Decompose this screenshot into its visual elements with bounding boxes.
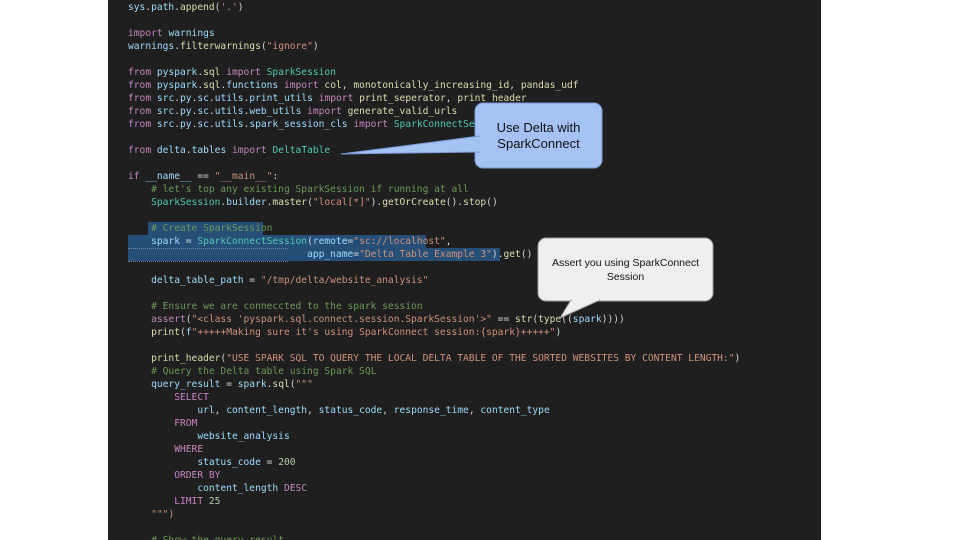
code-line: SparkSession.builder.master("local[*]").… <box>151 197 498 208</box>
code-line: WHERE <box>174 444 204 455</box>
code-line: content_length DESC <box>197 483 308 494</box>
code-line: spark = SparkConnectSession(remote="sc:/… <box>151 236 452 247</box>
code-line: url, content_length, status_code, respon… <box>197 405 550 416</box>
code-line: FROM <box>174 418 198 429</box>
code-line: ORDER BY <box>174 470 221 481</box>
callout-delta-text: Use Delta with SparkConnect <box>496 120 581 151</box>
code-line: sys.path.append('.') <box>128 2 244 13</box>
code-line: print(f"+++++Making sure it's using Spar… <box>151 327 562 338</box>
code-line: status_code = 200 <box>197 457 296 468</box>
code-line: LIMIT 25 <box>174 496 221 507</box>
code-line: # let's top any existing SparkSession if… <box>151 184 469 195</box>
code-editor[interactable]: sys.path.append('.') import warnings warni… <box>108 0 821 540</box>
code-line: # Query the Delta table using Spark SQL <box>151 366 377 377</box>
callout-assert: Assert you using SparkConnect Session <box>538 238 713 301</box>
callout-delta: Use Delta with SparkConnect <box>475 103 602 168</box>
code-line: warnings.filterwarnings("ignore") <box>128 41 319 52</box>
callout-assert-text: Assert you using SparkConnect Session <box>551 257 700 283</box>
code-line: from src.py.sc.utils.web_utils import ge… <box>128 106 458 117</box>
code-line: from pyspark.sql.functions import col, m… <box>128 80 579 91</box>
code-line: if __name__ == "__main__": <box>128 171 279 182</box>
code-line: """) <box>151 509 175 520</box>
code-line: # Create SparkSession <box>151 223 273 234</box>
code-line: import warnings <box>128 28 215 39</box>
code-line: query_result = spark.sql(""" <box>151 379 313 390</box>
code-line: SELECT <box>174 392 209 403</box>
code-line: print_header("USE SPARK SQL TO QUERY THE… <box>151 353 741 364</box>
code-line: website_analysis <box>197 431 290 442</box>
code-line: from delta.tables import DeltaTable <box>128 145 331 156</box>
code-line: from src.py.sc.utils.print_utils import … <box>128 93 527 104</box>
code-line: app_name="Delta Table Example 3").get() <box>307 249 533 260</box>
code-line: delta_table_path = "/tmp/delta/website_a… <box>151 275 429 286</box>
code-line: # Show the query result <box>128 534 284 540</box>
code-line: from src.py.sc.utils.spark_session_cls i… <box>128 119 504 130</box>
indent-guide <box>128 261 288 262</box>
code-line: # Ensure we are conneccted to the spark … <box>151 301 423 312</box>
code-line: assert("<class 'pyspark.sql.connect.sess… <box>151 314 625 325</box>
code-line: from pyspark.sql import SparkSession <box>128 67 336 78</box>
